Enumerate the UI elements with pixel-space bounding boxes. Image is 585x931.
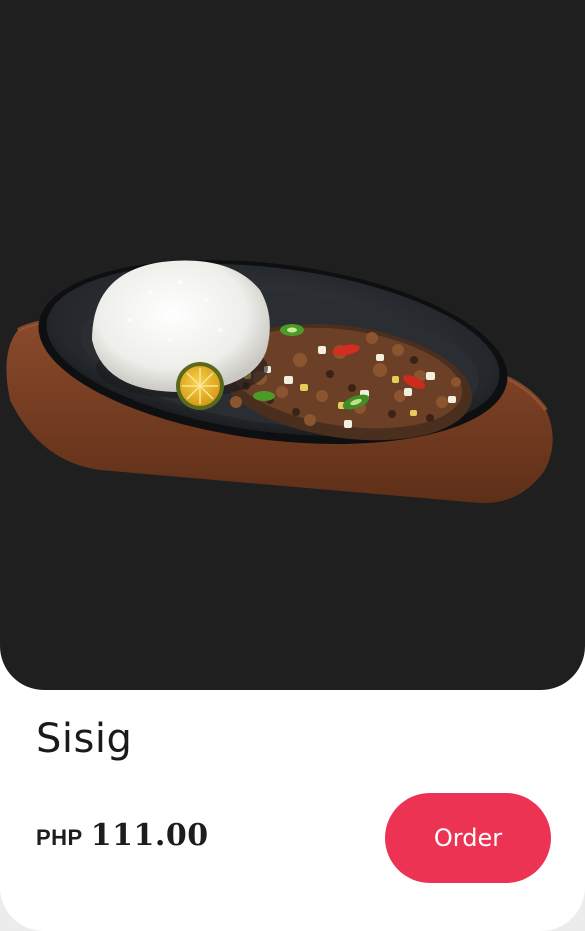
product-image xyxy=(0,0,585,690)
product-name: Sisig xyxy=(36,716,133,762)
price-currency: PHP xyxy=(36,825,83,850)
sisig-sizzling-plate-image xyxy=(6,260,553,504)
order-button[interactable]: Order xyxy=(385,793,551,883)
product-card: Sisig PHP 111.00 Order xyxy=(0,0,585,931)
price-amount: 111.00 xyxy=(90,818,209,853)
product-price: PHP 111.00 xyxy=(36,818,209,853)
